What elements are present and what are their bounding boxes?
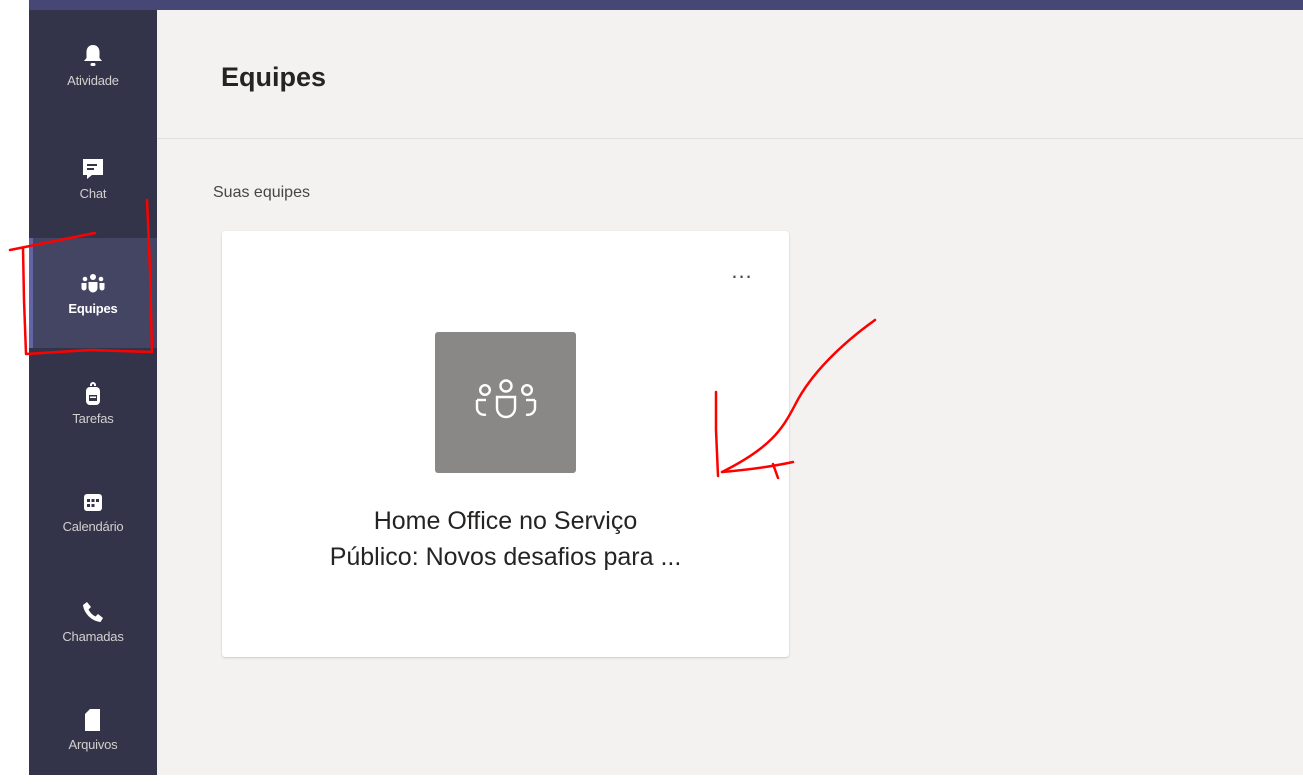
more-options-icon[interactable]: ... bbox=[718, 260, 766, 287]
page-title: Equipes bbox=[221, 62, 327, 92]
app-bar-item-calendar[interactable]: Calendário bbox=[29, 456, 157, 566]
app-bar-label: Equipes bbox=[68, 300, 118, 316]
app-bar-label: Chat bbox=[79, 185, 107, 201]
calendar-icon bbox=[80, 489, 106, 515]
bell-icon bbox=[80, 43, 106, 69]
backpack-icon bbox=[80, 381, 106, 407]
file-icon bbox=[80, 707, 106, 733]
app-bar-label: Tarefas bbox=[72, 410, 114, 426]
phone-icon bbox=[80, 599, 106, 625]
app-bar-item-calls[interactable]: Chamadas bbox=[29, 566, 157, 676]
app-bar-item-assignments[interactable]: Tarefas bbox=[29, 348, 157, 458]
teams-icon bbox=[80, 271, 106, 297]
app-bar-label: Chamadas bbox=[62, 628, 124, 644]
team-name-line: Home Office no Serviço bbox=[373, 507, 638, 535]
title-bar-strip bbox=[29, 0, 1303, 10]
app-bar: Atividade Chat Equipes Tarefas Calendári… bbox=[29, 10, 157, 775]
team-name: Home Office no Serviço Público: Novos de… bbox=[252, 503, 759, 575]
app-bar-label: Calendário bbox=[62, 518, 124, 534]
section-label: Suas equipes bbox=[213, 184, 310, 201]
app-bar-label: Arquivos bbox=[68, 736, 118, 752]
team-card[interactable]: ... Home Office no Serviço Público: Novo… bbox=[222, 231, 789, 657]
app-bar-label: Atividade bbox=[67, 72, 119, 88]
team-name-line: Público: Novos desafios para ... bbox=[329, 543, 682, 571]
left-margin bbox=[0, 0, 29, 775]
main-header: Equipes bbox=[157, 10, 1303, 139]
team-people-icon bbox=[468, 378, 544, 427]
app-bar-item-teams[interactable]: Equipes bbox=[29, 238, 157, 348]
app-bar-item-files[interactable]: Arquivos bbox=[29, 674, 157, 784]
app-bar-item-chat[interactable]: Chat bbox=[29, 128, 157, 228]
app-bar-item-activity[interactable]: Atividade bbox=[29, 10, 157, 120]
teams-main-pane: Equipes Suas equipes ... Home Office no … bbox=[157, 10, 1303, 775]
chat-icon bbox=[80, 156, 106, 182]
team-avatar bbox=[435, 332, 576, 473]
